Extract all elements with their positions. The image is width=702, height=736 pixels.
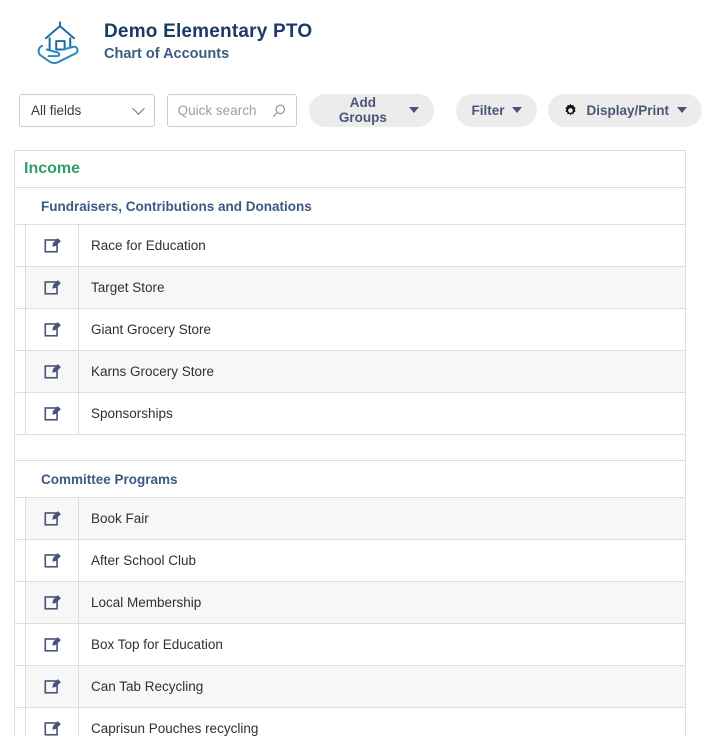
group-label: Committee Programs — [41, 471, 178, 487]
row-indent — [15, 624, 26, 665]
section-label: Income — [24, 160, 81, 177]
row-indent — [15, 225, 26, 266]
table-row[interactable]: Race for Education — [15, 225, 685, 267]
edit-pencil-icon[interactable] — [26, 498, 79, 539]
edit-pencil-icon[interactable] — [26, 267, 79, 308]
chevron-down-icon — [677, 107, 687, 113]
search-field-wrap[interactable] — [166, 93, 298, 127]
row-indent — [15, 666, 26, 707]
account-name: Target Store — [91, 280, 165, 295]
page-subtitle: Chart of Accounts — [104, 46, 230, 63]
table-row[interactable]: Giant Grocery Store — [15, 309, 685, 351]
search-input[interactable] — [167, 101, 268, 119]
table-row[interactable]: Sponsorships — [15, 393, 685, 435]
table-row[interactable]: Target Store — [15, 267, 685, 309]
page-header: Demo Elementary PTO Chart of Accounts — [0, 0, 702, 78]
chevron-down-icon — [409, 107, 420, 113]
account-name: Caprisun Pouches recycling — [91, 721, 259, 736]
add-groups-button[interactable]: Add Groups — [309, 93, 435, 127]
search-icon — [271, 103, 287, 119]
account-name: Box Top for Education — [91, 637, 223, 652]
account-name: Sponsorships — [91, 406, 173, 421]
edit-pencil-icon[interactable] — [26, 393, 79, 434]
chevron-down-icon — [131, 102, 145, 115]
row-indent — [15, 267, 26, 308]
account-name: After School Club — [91, 553, 197, 568]
add-groups-label: Add Groups — [338, 95, 387, 125]
table-row[interactable]: After School Club — [15, 540, 685, 582]
display-print-label: Display/Print — [586, 102, 669, 118]
edit-pencil-icon[interactable] — [26, 624, 79, 665]
edit-pencil-icon[interactable] — [26, 666, 79, 707]
row-indent — [15, 582, 26, 623]
row-indent — [15, 708, 26, 736]
account-name: Local Membership — [91, 595, 202, 610]
title-block: Demo Elementary PTO Chart of Accounts — [104, 21, 312, 63]
edit-pencil-icon[interactable] — [26, 540, 79, 581]
account-name: Giant Grocery Store — [91, 322, 212, 337]
table-row[interactable]: Karns Grocery Store — [15, 351, 685, 393]
house-in-hand-logo — [28, 11, 90, 73]
row-indent — [15, 393, 26, 434]
gear-icon — [563, 103, 578, 118]
edit-pencil-icon[interactable] — [26, 582, 79, 623]
group-header: Fundraisers, Contributions and Donations — [15, 188, 685, 225]
group-header: Committee Programs — [15, 461, 685, 498]
table-row[interactable]: Book Fair — [15, 498, 685, 540]
row-indent — [15, 309, 26, 350]
filter-button[interactable]: Filter — [456, 93, 538, 127]
account-name: Book Fair — [91, 511, 149, 526]
chevron-down-icon — [512, 107, 523, 113]
toolbar: All fields Add Groups Filter Display/Pri… — [0, 92, 702, 128]
table-row[interactable]: Box Top for Education — [15, 624, 685, 666]
field-select-label: All fields — [31, 102, 82, 118]
group-label: Fundraisers, Contributions and Donations — [41, 198, 312, 214]
row-indent — [15, 540, 26, 581]
account-name: Race for Education — [91, 238, 206, 253]
edit-pencil-icon[interactable] — [26, 708, 79, 736]
table-row[interactable]: Caprisun Pouches recycling — [15, 708, 685, 736]
account-name: Karns Grocery Store — [91, 364, 215, 379]
org-title: Demo Elementary PTO — [104, 21, 313, 43]
chart-of-accounts-table: Income Fundraisers, Contributions and Do… — [14, 150, 686, 736]
table-row[interactable]: Can Tab Recycling — [15, 666, 685, 708]
field-select[interactable]: All fields — [19, 93, 155, 127]
account-name: Can Tab Recycling — [91, 679, 204, 694]
edit-pencil-icon[interactable] — [26, 225, 79, 266]
section-header-income: Income — [15, 151, 685, 188]
edit-pencil-icon[interactable] — [26, 309, 79, 350]
group-spacer — [15, 435, 685, 461]
edit-pencil-icon[interactable] — [26, 351, 79, 392]
row-indent — [15, 498, 26, 539]
table-row[interactable]: Local Membership — [15, 582, 685, 624]
filter-label: Filter — [471, 102, 505, 118]
display-print-button[interactable]: Display/Print — [548, 93, 702, 127]
row-indent — [15, 351, 26, 392]
